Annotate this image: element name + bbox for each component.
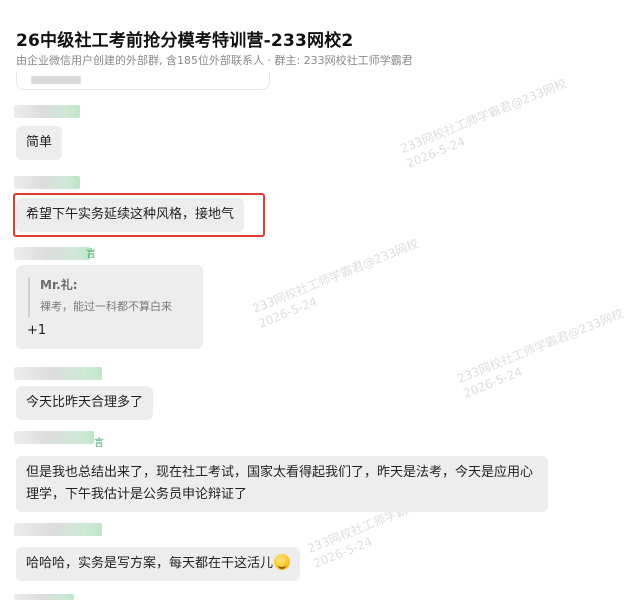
message-list[interactable]: 233网校社工师学霸君@233网校 2026-5-24 233网校社工师学霸君@… bbox=[0, 72, 629, 600]
watermark-date: 2026-5-24 bbox=[404, 134, 468, 171]
message-bubble[interactable]: 简单 bbox=[16, 126, 63, 160]
watermark: 233网校社工师学霸君@233网校 2026-5-24 bbox=[455, 305, 629, 401]
sender-tag: 言 bbox=[94, 438, 104, 449]
watermark: 233网校社工师学霸君@233网校 2026-5-24 bbox=[250, 235, 427, 331]
sender-name-blurred[interactable] bbox=[14, 176, 80, 189]
sender-name-blurred[interactable] bbox=[14, 431, 94, 444]
sender-name-blurred[interactable] bbox=[14, 594, 74, 600]
message-text: 希望下午实务延续这种风格，接地气 bbox=[26, 207, 235, 222]
message-text: 今天比昨天合理多了 bbox=[26, 395, 144, 410]
watermark-date: 2026-5-24 bbox=[256, 294, 320, 331]
blurred-text bbox=[31, 76, 81, 84]
message-bubble[interactable]: 今天比昨天合理多了 bbox=[16, 386, 154, 420]
quote-bar bbox=[28, 277, 30, 317]
sender-name-blurred[interactable] bbox=[14, 247, 90, 260]
message-text: 理学，下午我估计是公务员申论辩证了 bbox=[26, 487, 248, 502]
message-text: 但是我也总结出来了，现在社工考试，国家太看得起我们了，昨天是法考，今天是应用心 bbox=[26, 465, 534, 480]
watermark-line: 233网校社工师学霸君@233网校 bbox=[455, 306, 626, 386]
watermark-line: 233网校社工师学霸君@233网校 bbox=[398, 76, 569, 156]
chat-header: 26中级社工考前抢分模考特训营-233网校2 由企业微信用户创建的外部群, 含1… bbox=[0, 0, 629, 72]
message-bubble[interactable]: 哈哈哈，实务是写方案，每天都在干这活儿 bbox=[16, 547, 301, 581]
quote-author: Mr.礼: bbox=[40, 278, 78, 292]
message-text: 简单 bbox=[26, 135, 53, 150]
sender-tag: 言 bbox=[86, 249, 96, 260]
previous-message-card[interactable] bbox=[16, 72, 270, 90]
group-subtitle: 由企业微信用户创建的外部群, 含185位外部联系人 · 群主: 233网校社工师… bbox=[16, 54, 413, 67]
sender-name-blurred[interactable] bbox=[14, 523, 102, 536]
quote-text: 裸考，能过一科都不算白来 bbox=[40, 300, 172, 313]
watermark-line: 233网校社工师学霸君@233网校 bbox=[250, 236, 421, 316]
group-title[interactable]: 26中级社工考前抢分模考特训营-233网校2 bbox=[16, 26, 353, 51]
sender-name-blurred[interactable] bbox=[14, 105, 80, 118]
quote-message-bubble[interactable]: Mr.礼: 裸考，能过一科都不算白来 +1 bbox=[16, 265, 203, 349]
message-bubble[interactable]: 希望下午实务延续这种风格，接地气 bbox=[16, 198, 245, 232]
watermark: 233网校社工师学霸君@233网校 2026-5-24 bbox=[398, 75, 575, 171]
message-text: 哈哈哈，实务是写方案，每天都在干这活儿 bbox=[26, 556, 274, 571]
smirk-emoji-icon bbox=[274, 554, 291, 570]
message-bubble[interactable]: 但是我也总结出来了，现在社工考试，国家太看得起我们了，昨天是法考，今天是应用心 … bbox=[16, 456, 548, 512]
watermark-date: 2026-5-24 bbox=[461, 364, 525, 401]
reply-text: +1 bbox=[27, 323, 47, 338]
sender-name-blurred[interactable] bbox=[14, 367, 102, 380]
